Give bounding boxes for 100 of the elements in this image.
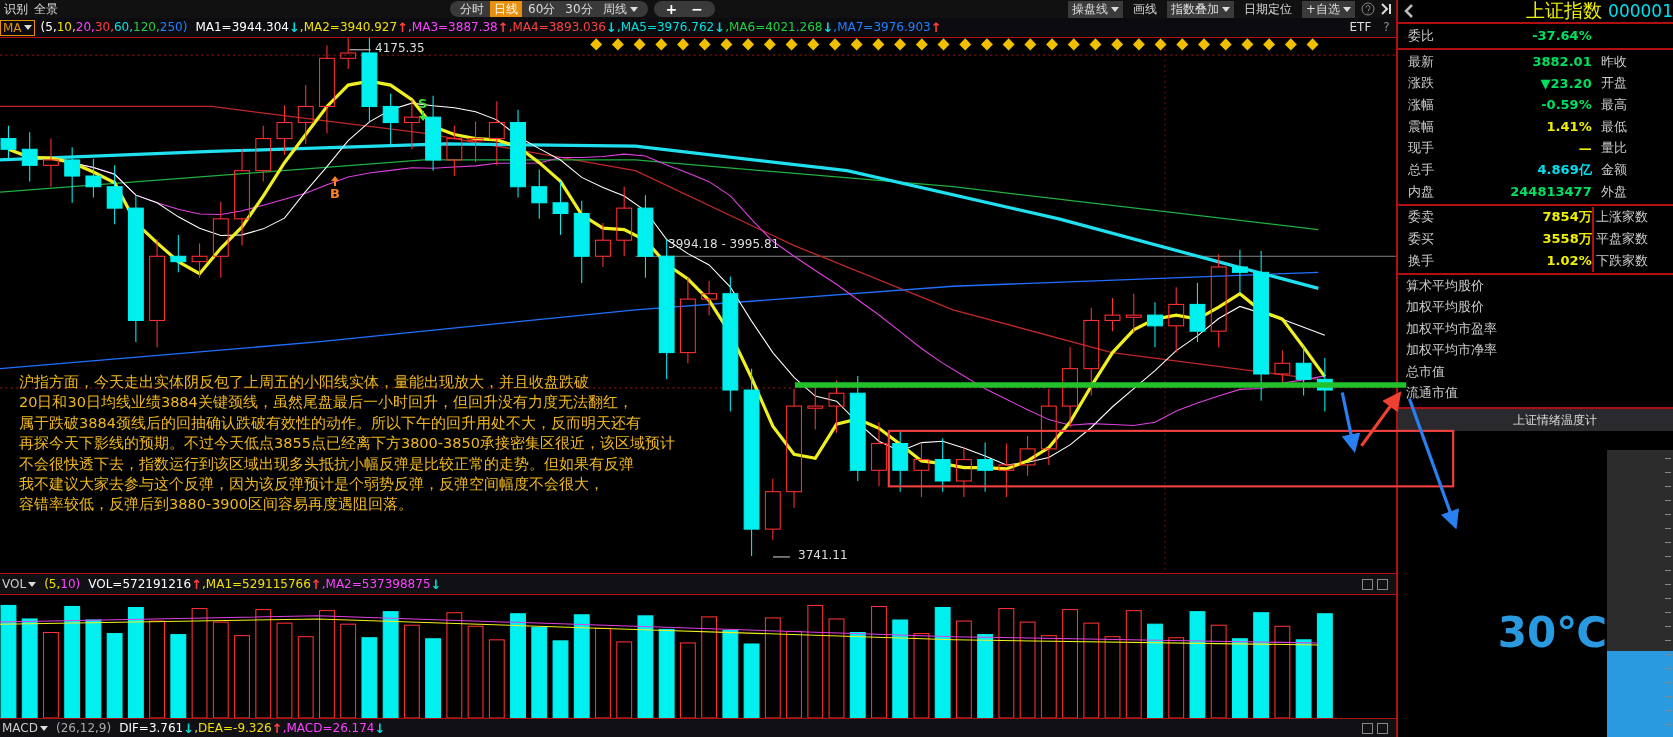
indicator-value: ↑ xyxy=(930,20,942,35)
indicator-value: MA1=3944.304 xyxy=(195,20,289,35)
candle xyxy=(1189,282,1206,343)
period-tab[interactable]: 60分 xyxy=(524,1,560,17)
index-title: 上证指数 xyxy=(1526,0,1603,23)
indicator-value: ↓ xyxy=(714,20,726,35)
caret-icon xyxy=(1221,6,1230,12)
window-icon[interactable] xyxy=(1361,578,1373,590)
buy-signal-label: B xyxy=(330,186,340,201)
candle xyxy=(1168,286,1185,354)
caret-icon xyxy=(1342,6,1351,12)
field-label: 委比 xyxy=(1407,26,1435,45)
field-label: 委卖 xyxy=(1407,208,1435,227)
field-label: 最高 xyxy=(1599,95,1628,114)
price-label: 4175.35 xyxy=(375,41,425,55)
collapse-icon[interactable] xyxy=(1380,3,1393,15)
candle xyxy=(21,131,38,182)
arrow-up-icon xyxy=(330,176,339,186)
stat-label: 加权平均股价 xyxy=(1404,298,1485,317)
gauge-title: 上证情绪温度计 xyxy=(1397,406,1673,431)
zoom-button[interactable]: + xyxy=(659,1,684,17)
parameter-text: 10) xyxy=(60,577,81,591)
candle xyxy=(403,99,420,150)
parameter-text: 60, xyxy=(114,20,134,35)
candle xyxy=(43,138,59,188)
help-label[interactable]: ? xyxy=(1383,20,1390,35)
parameter-text: (5, xyxy=(40,20,57,35)
period-tab[interactable]: 分时 xyxy=(456,1,488,17)
caret-icon xyxy=(28,581,37,587)
stat-label: 加权平均市盈率 xyxy=(1404,319,1498,338)
field-label: 现手 xyxy=(1407,139,1435,158)
field-label: 外盘 xyxy=(1599,182,1628,201)
indicator-value: ↓ xyxy=(374,720,386,736)
leader-line xyxy=(772,556,791,558)
candle xyxy=(701,280,718,316)
indicator-value: ↑ xyxy=(497,20,509,35)
candle xyxy=(1019,435,1036,477)
candle xyxy=(106,164,123,225)
indicator-dropdown[interactable]: MA xyxy=(0,19,35,36)
candle xyxy=(170,234,187,273)
parameter-text: 120, xyxy=(133,20,160,35)
toolbar-button[interactable]: 操盘线 xyxy=(1067,0,1123,18)
toolbar-button[interactable]: 指数叠加 xyxy=(1166,0,1234,18)
field-value: 4.869亿 xyxy=(1536,160,1592,179)
candle xyxy=(1316,357,1333,412)
field-label: 平盘家数 xyxy=(1591,228,1673,250)
field-label: 换手 xyxy=(1407,251,1435,270)
index-code: 000001 xyxy=(1608,1,1673,21)
period-tab[interactable]: 30分 xyxy=(561,1,597,17)
candle xyxy=(276,104,293,156)
candle xyxy=(955,446,972,498)
field-value: 7854万 xyxy=(1541,208,1592,227)
toolbar-button[interactable]: 画线 xyxy=(1128,0,1161,18)
candle xyxy=(595,222,611,268)
indicator-value: ,MA2=3940.927 xyxy=(299,20,398,35)
toolbar-button[interactable]: 全景 xyxy=(34,0,58,18)
help-icon[interactable] xyxy=(1360,2,1375,16)
indicator-dropdown[interactable]: VOL xyxy=(0,577,39,591)
indicator-value: ,MA4=3893.036 xyxy=(508,20,606,35)
indicator-value: ↓ xyxy=(606,20,617,35)
field-label: 量比 xyxy=(1599,139,1628,158)
candle xyxy=(0,125,17,161)
candle xyxy=(191,242,208,279)
stat-label: 流通市值 xyxy=(1404,384,1459,403)
indicator-value: ↓ xyxy=(822,20,834,35)
indicator-value: ,MACD=26.174 xyxy=(282,720,375,736)
back-icon[interactable] xyxy=(1403,4,1414,18)
toolbar-button[interactable]: +自选 xyxy=(1301,0,1355,18)
caret-icon xyxy=(40,725,48,731)
candle xyxy=(297,84,314,145)
field-value: -0.59% xyxy=(1540,97,1592,113)
stat-label: 算术平均股价 xyxy=(1404,276,1485,295)
zoom-button[interactable]: − xyxy=(685,1,710,17)
candle xyxy=(828,379,845,434)
indicator-dropdown[interactable]: MACD xyxy=(0,721,50,735)
candle xyxy=(892,430,909,493)
toolbar-button[interactable]: 识别 xyxy=(4,0,28,18)
indicator-value: ↓ xyxy=(183,720,195,736)
field-label: 委买 xyxy=(1407,230,1435,249)
arrow-down-drawing xyxy=(1340,392,1361,454)
field-label: 开盘 xyxy=(1599,74,1628,93)
candle xyxy=(871,421,887,487)
indicator-value: ,MA7=3976.903 xyxy=(833,20,931,35)
candle xyxy=(1147,301,1163,348)
indicator-value: ↑ xyxy=(191,576,203,592)
candle xyxy=(1295,345,1312,396)
period-tab[interactable]: 周线 xyxy=(598,1,642,17)
toolbar-button[interactable]: 日期定位 xyxy=(1239,0,1296,18)
caret-icon xyxy=(1110,6,1119,12)
indicator-value: ↑ xyxy=(397,20,409,35)
field-value: ▼23.20 xyxy=(1539,75,1592,91)
analysis-note: 沪指方面，今天走出实体阴反包了上周五的小阳线实体，量能出现放大，并且收盘跌破 20日和30日均线业绩3884关键颈线，虽然尾盘最后一小时回升，但回升没有力度无法翻红， 属于跌破3884颈线后的回抽确认跌破有效性的动作。所以下午的回升用处不大，反而明天还有 再探今天下影线的预期。不过今天低点3855点已经离下方3800-3850承接密集区很近，该区域预计 不会很快透下去，指数运行到该区域出现多头抵抗小幅反弹是比较正常的走势。但如果有反弹 我不建议大家去参与这个反弹，因为该反弹预计是个弱势反弹，反弹空间幅度不会很大， 容错率较低，反弹后到3880-3900区间容易再度遇阻回落。 xyxy=(19,373,675,515)
parameter-text: 250) xyxy=(159,20,188,35)
arrow-down-icon xyxy=(418,111,427,121)
candle xyxy=(1231,249,1248,295)
window-icon[interactable] xyxy=(1361,722,1373,734)
field-label: 昨收 xyxy=(1599,52,1628,71)
field-label: 金额 xyxy=(1599,160,1628,179)
etf-label[interactable]: ETF xyxy=(1349,20,1372,35)
stat-label: 加权平均市净率 xyxy=(1404,341,1498,360)
